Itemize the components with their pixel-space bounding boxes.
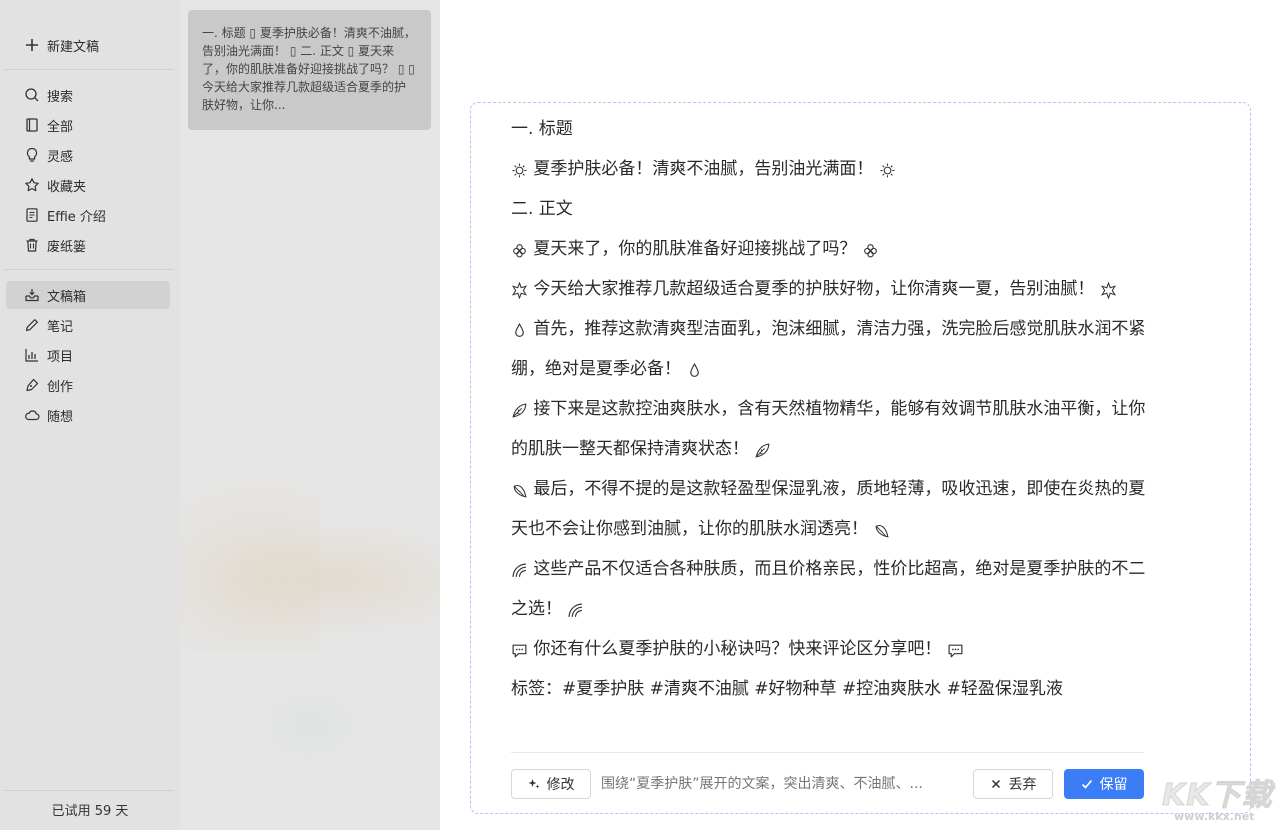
discard-button-label: 丢弃 [1009, 774, 1037, 794]
paragraph: 最后，不得不提的是这款轻盈型保湿乳液，质地轻薄，吸收迅速，即使在炎热的夏天也不会… [511, 469, 1151, 549]
book-icon [24, 117, 40, 133]
sidebar-item-projects[interactable]: 项目 [6, 341, 170, 369]
paragraph-text: 首先，推荐这款清爽型洁面乳，泡沫细腻，清洁力强，洗完脸后感觉肌肤水润不紧绷，绝对… [511, 319, 1145, 379]
droplet-icon [511, 314, 528, 331]
sidebar-item-label: 创作 [47, 376, 73, 395]
keep-button[interactable]: 保留 [1064, 769, 1144, 799]
sidebar-divider [4, 269, 174, 270]
droplet-icon [686, 354, 703, 371]
sidebar-item-label: 笔记 [47, 316, 73, 335]
document-card-preview: 一. 标题 ▯ 夏季护肤必备！清爽不油腻，告别油光满面！ ▯ 二. 正文 ▯ 夏… [202, 26, 416, 112]
paragraph-text: 这些产品不仅适合各种肤质，而且价格亲民，性价比超高，绝对是夏季护肤的不二之选！ [511, 559, 1145, 619]
close-icon [990, 778, 1002, 790]
speech-bubble-icon [947, 634, 964, 651]
sidebar-item-label: 搜索 [47, 86, 73, 105]
background-blur [180, 520, 440, 640]
discard-button[interactable]: 丢弃 [973, 769, 1053, 799]
feather-icon [873, 514, 890, 531]
edit-button[interactable]: 修改 [511, 769, 591, 799]
star-icon [24, 177, 40, 193]
rainbow-icon [567, 594, 584, 611]
paragraph-text: 今天给大家推荐几款超级适合夏季的护肤好物，让你清爽一夏，告别油腻！ [533, 279, 1094, 299]
speech-bubble-icon [511, 634, 528, 651]
pencil-icon [24, 317, 40, 333]
sidebar-item-label: Effie 介绍 [47, 206, 106, 225]
editor-content[interactable]: 一. 标题 夏季护肤必备！清爽不油腻，告别油光满面！ 二. 正文 夏天来了，你的… [511, 109, 1151, 709]
sun-icon [511, 154, 528, 171]
sidebar-item-label: 废纸篓 [47, 236, 86, 255]
sidebar-item-label: 文稿箱 [47, 286, 86, 305]
lightbulb-icon [24, 147, 40, 163]
search-icon [24, 87, 40, 103]
prompt-input[interactable] [601, 769, 965, 799]
sidebar-item-trash[interactable]: 废纸篓 [6, 231, 170, 259]
sidebar-item-search[interactable]: 搜索 [6, 81, 170, 109]
title-text: 夏季护肤必备！清爽不油腻，告别油光满面！ [533, 159, 873, 179]
sidebar-item-thoughts[interactable]: 随想 [6, 401, 170, 429]
sidebar-item-label: 全部 [47, 116, 73, 135]
chart-icon [24, 347, 40, 363]
edit-button-label: 修改 [547, 774, 575, 794]
sun-icon [879, 154, 896, 171]
pen-nib-icon [24, 377, 40, 393]
sidebar-item-notes[interactable]: 笔记 [6, 311, 170, 339]
document-icon [24, 207, 40, 223]
leaf-icon [511, 394, 528, 411]
new-document-label: 新建文稿 [47, 36, 99, 55]
feather-icon [511, 474, 528, 491]
tags-line: 标签：#夏季护肤 #清爽不油腻 #好物种草 #控油爽肤水 #轻盈保湿乳液 [511, 669, 1151, 709]
paragraph: 今天给大家推荐几款超级适合夏季的护肤好物，让你清爽一夏，告别油腻！ [511, 269, 1151, 309]
watermark-logo: KK下载 [1162, 770, 1278, 814]
paragraph-text: 接下来是这款控油爽肤水，含有天然植物精华，能够有效调节肌肤水油平衡，让你的肌肤一… [511, 399, 1145, 459]
new-document-button[interactable]: 新建文稿 [6, 31, 170, 59]
heading-body-section: 二. 正文 [511, 189, 1151, 229]
flower-icon [862, 234, 879, 251]
rainbow-icon [511, 554, 528, 571]
sidebar-item-label: 收藏夹 [47, 176, 86, 195]
plus-icon [24, 37, 40, 53]
check-icon [1081, 778, 1093, 790]
sidebar-item-all[interactable]: 全部 [6, 111, 170, 139]
sidebar-item-drafts[interactable]: 文稿箱 [6, 281, 170, 309]
leaf-icon [754, 434, 771, 451]
trial-status: 已试用 59 天 [0, 800, 180, 819]
sparkle-icon [511, 274, 528, 291]
paragraph: 夏季护肤必备！清爽不油腻，告别油光满面！ [511, 149, 1151, 189]
flower-icon [511, 234, 528, 251]
sidebar-item-label: 灵感 [47, 146, 73, 165]
sidebar: 新建文稿 搜索 全部 灵感 收藏夹 Effie 介绍 废纸篓 文稿箱 笔记 项目 [0, 0, 180, 830]
paragraph-text: 夏天来了，你的肌肤准备好迎接挑战了吗？ [533, 239, 856, 259]
trash-icon [24, 237, 40, 253]
background-blur [250, 680, 370, 770]
keep-button-label: 保留 [1100, 774, 1128, 794]
sidebar-item-label: 随想 [47, 406, 73, 425]
action-bar: 修改 丢弃 保留 [511, 769, 1144, 799]
inbox-icon [24, 287, 40, 303]
sidebar-divider [4, 69, 174, 70]
sidebar-item-create[interactable]: 创作 [6, 371, 170, 399]
document-card[interactable]: 一. 标题 ▯ 夏季护肤必备！清爽不油腻，告别油光满面！ ▯ 二. 正文 ▯ 夏… [188, 10, 431, 130]
paragraph: 首先，推荐这款清爽型洁面乳，泡沫细腻，清洁力强，洗完脸后感觉肌肤水润不紧绷，绝对… [511, 309, 1151, 389]
heading-title-section: 一. 标题 [511, 109, 1151, 149]
sidebar-item-favorites[interactable]: 收藏夹 [6, 171, 170, 199]
sidebar-item-inspiration[interactable]: 灵感 [6, 141, 170, 169]
paragraph: 夏天来了，你的肌肤准备好迎接挑战了吗？ [511, 229, 1151, 269]
paragraph: 这些产品不仅适合各种肤质，而且价格亲民，性价比超高，绝对是夏季护肤的不二之选！ [511, 549, 1151, 629]
paragraph: 你还有什么夏季护肤的小秘诀吗？快来评论区分享吧！ [511, 629, 1151, 669]
sparkle-icon [1100, 274, 1117, 291]
action-divider [511, 752, 1144, 753]
sidebar-item-label: 项目 [47, 346, 73, 365]
sidebar-divider [4, 790, 174, 791]
cloud-icon [24, 407, 40, 423]
document-list-pane: 一. 标题 ▯ 夏季护肤必备！清爽不油腻，告别油光满面！ ▯ 二. 正文 ▯ 夏… [180, 0, 440, 830]
watermark: KK下载 www.kkx.net [1162, 770, 1278, 830]
ai-result-panel: 一. 标题 夏季护肤必备！清爽不油腻，告别油光满面！ 二. 正文 夏天来了，你的… [470, 102, 1251, 814]
paragraph: 接下来是这款控油爽肤水，含有天然植物精华，能够有效调节肌肤水油平衡，让你的肌肤一… [511, 389, 1151, 469]
sidebar-item-effie-intro[interactable]: Effie 介绍 [6, 201, 170, 229]
paragraph-text: 最后，不得不提的是这款轻盈型保湿乳液，质地轻薄，吸收迅速，即使在炎热的夏天也不会… [511, 479, 1145, 539]
paragraph-text: 你还有什么夏季护肤的小秘诀吗？快来评论区分享吧！ [533, 639, 941, 659]
sparkle-icon [528, 778, 540, 790]
